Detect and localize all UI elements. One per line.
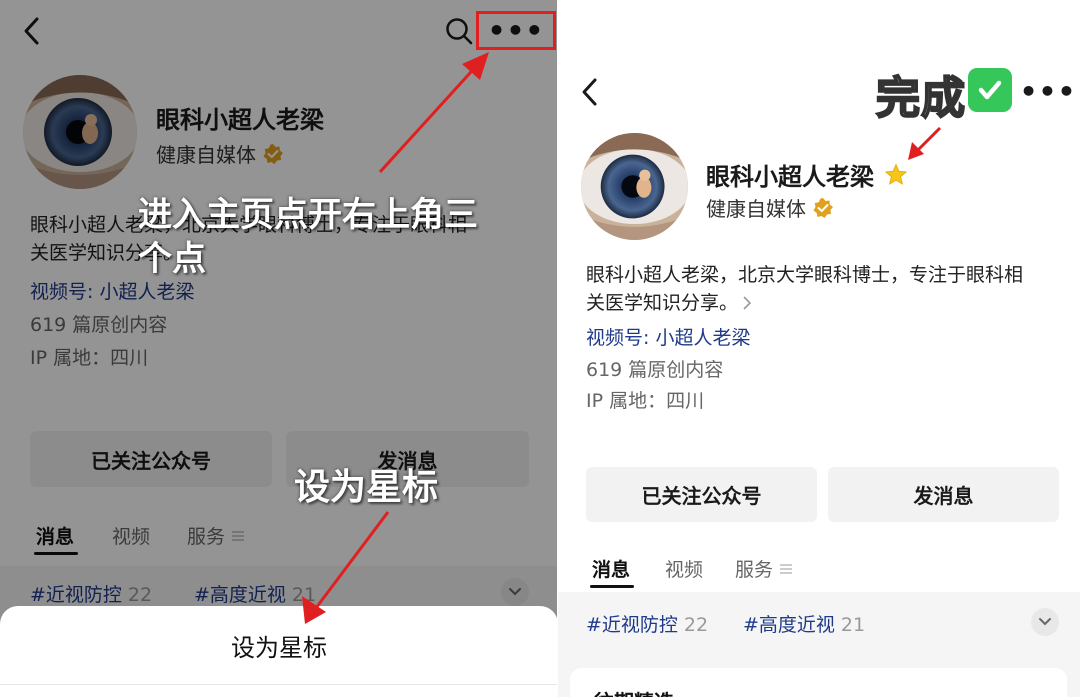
active-tab-indicator — [590, 585, 634, 588]
arrow-line-to-sheet — [311, 511, 390, 613]
tag-name: #高度近视 — [743, 614, 835, 636]
featured-card[interactable]: 往期精选 — [570, 668, 1067, 697]
arrow-line-to-more — [378, 60, 482, 174]
right-panel: 完成 ••• 眼科小超人老梁 健康自媒体 眼科小超人老梁，北京大学眼科博士，专注… — [558, 0, 1080, 697]
menu-lines-icon — [780, 563, 793, 574]
tab-messages[interactable]: 消息 — [592, 555, 630, 582]
description-line-2-row: 关医学知识分享。 — [586, 290, 1066, 318]
arrow-line-to-star — [914, 126, 942, 154]
chevron-right-icon — [743, 296, 752, 310]
tag-item[interactable]: #高度近视 21 — [743, 610, 865, 637]
annotation-line-2: 个点 — [138, 239, 206, 279]
tag-count: 21 — [840, 614, 866, 636]
follow-button[interactable]: 已关注公众号 — [586, 467, 817, 522]
annotation-set-star: 设为星标 — [294, 467, 439, 508]
left-panel: ••• 眼科小超人老梁 健康自媒体 眼科小超人老梁，北京大学眼科博士，专注于眼科… — [0, 0, 558, 697]
tab-videos[interactable]: 视频 — [665, 555, 703, 582]
annotation-arrows — [302, 52, 489, 624]
card-title: 往期精选 — [594, 686, 674, 697]
tag-count: 22 — [683, 614, 709, 636]
expand-tags-button[interactable] — [1031, 608, 1059, 636]
tag-item[interactable]: #近视防控 22 — [586, 610, 708, 637]
video-channel-link[interactable]: 视频号: 小超人老梁 — [586, 323, 750, 350]
tab-services-label: 服务 — [735, 559, 774, 581]
message-button[interactable]: 发消息 — [828, 467, 1059, 522]
annotation-line-1: 进入主页点开右上角三 — [138, 195, 478, 235]
tab-services[interactable]: 服务 — [735, 555, 793, 582]
description-line-1: 眼科小超人老梁，北京大学眼科博士，专注于眼科相 — [586, 264, 1024, 286]
description-line-2: 关医学知识分享。 — [586, 291, 739, 314]
annotation-instruction: 进入主页点开右上角三 个点 — [138, 193, 538, 281]
profile-description[interactable]: 眼科小超人老梁，北京大学眼科博士，专注于眼科相 关医学知识分享。 — [586, 262, 1066, 317]
tag-name: #近视防控 — [586, 614, 678, 636]
chevron-down-icon — [1039, 618, 1051, 626]
tag-bar: #近视防控22 #高度近视21 往期精选 — [558, 592, 1080, 697]
article-count: 619 篇原创内容 — [586, 359, 724, 381]
ip-location: IP 属地：四川 — [586, 390, 705, 412]
